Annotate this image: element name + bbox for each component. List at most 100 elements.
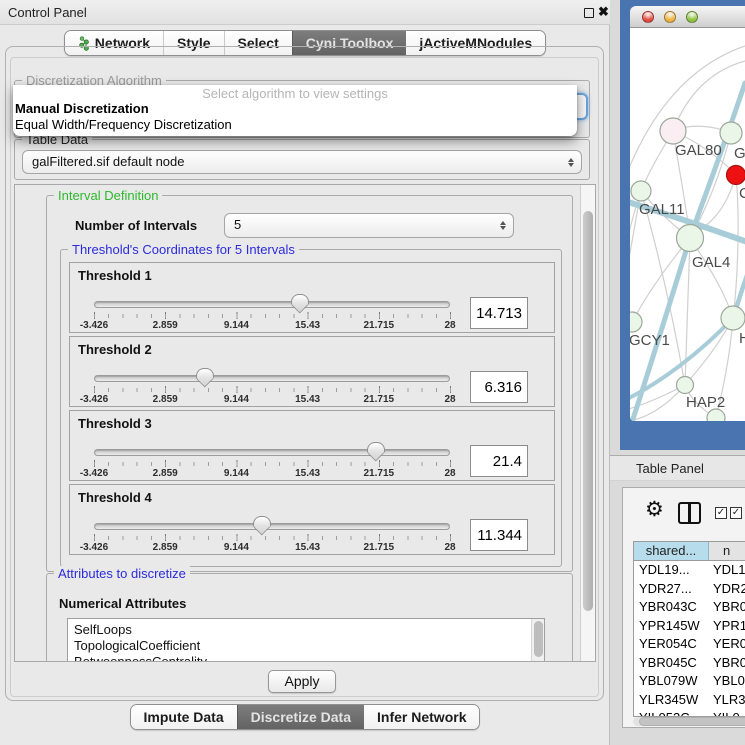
table-horizontal-scrollbar[interactable] xyxy=(633,717,745,726)
bottom-tab-bar: Impute Data Discretize Data Infer Networ… xyxy=(0,704,610,730)
menu-item-manual-discretization[interactable]: Manual Discretization xyxy=(13,101,577,117)
threshold-2-value-field[interactable] xyxy=(470,371,528,403)
settings-scrollbar-thumb[interactable] xyxy=(583,211,593,611)
attributes-panel: Attributes to discretize Numerical Attri… xyxy=(46,573,573,662)
bottom-tab-group: Impute Data Discretize Data Infer Networ… xyxy=(130,704,481,730)
control-panel-titlebar[interactable]: Control Panel ✖ xyxy=(0,0,610,25)
table-horizontal-scrollbar-thumb[interactable] xyxy=(639,717,745,726)
list-scrollbar-thumb[interactable] xyxy=(534,621,543,657)
column-layout-icon[interactable] xyxy=(678,502,701,524)
settings-scrollpane: Interval Definition Number of Intervals … xyxy=(14,184,596,662)
label-ga-cut: GA xyxy=(734,145,745,162)
column-header-name[interactable]: n xyxy=(709,542,745,560)
table-panel-header: Table Panel xyxy=(610,455,745,481)
numerical-attributes-list[interactable]: SelfLoops TopologicalCoefficient Between… xyxy=(67,618,545,662)
numerical-attributes-label: Numerical Attributes xyxy=(59,596,186,611)
float-window-icon[interactable] xyxy=(584,8,594,18)
slider-track[interactable] xyxy=(94,449,450,456)
threshold-3-box: Threshold 3 -3.426 2.859 9.144 15.43 21.… xyxy=(69,410,555,481)
interval-definition-legend: Interval Definition xyxy=(54,188,162,203)
table-data-combo[interactable]: galFiltered.sif default node xyxy=(22,150,582,174)
table-row[interactable]: YPR145WYPR1 xyxy=(634,617,745,636)
node-hap2[interactable] xyxy=(677,377,694,394)
slider-tick-labels: -3.426 2.859 9.144 15.43 21.715 28 xyxy=(94,468,450,480)
list-item[interactable]: BetweennessCentrality xyxy=(68,654,544,662)
node-gal4[interactable] xyxy=(677,225,704,252)
settings-scrollbar[interactable] xyxy=(580,185,595,661)
threshold-1-slider[interactable]: -3.426 2.859 9.144 15.43 21.715 28 xyxy=(94,299,450,333)
slider-thumb[interactable] xyxy=(196,368,212,388)
slider-thumb[interactable] xyxy=(367,442,383,462)
threshold-4-slider[interactable]: -3.426 2.859 9.144 15.43 21.715 28 xyxy=(94,521,450,555)
threshold-2-slider[interactable]: -3.426 2.859 9.144 15.43 21.715 28 xyxy=(94,373,450,407)
threshold-3-slider[interactable]: -3.426 2.859 9.144 15.43 21.715 28 xyxy=(94,447,450,481)
gear-icon[interactable]: ⚙ xyxy=(645,498,664,522)
menu-item-equal-width-frequency[interactable]: Equal Width/Frequency Discretization xyxy=(13,117,577,133)
column-header-shared-name[interactable]: shared... xyxy=(634,542,709,560)
control-panel: Control Panel ✖ Network xyxy=(0,0,610,745)
slider-thumb[interactable] xyxy=(253,516,269,536)
slider-track[interactable] xyxy=(94,301,450,308)
label-hap2: HAP2 xyxy=(686,394,725,411)
number-of-intervals-combo[interactable]: 5 xyxy=(224,213,514,238)
threshold-3-label: Threshold 3 xyxy=(78,416,152,431)
table-row[interactable]: YDR27...YDR2 xyxy=(634,580,745,599)
slider-minor-ticks xyxy=(94,462,451,466)
node-red-selected[interactable] xyxy=(727,166,745,185)
interval-definition-panel: Interval Definition Number of Intervals … xyxy=(46,195,573,572)
zoom-traffic-light[interactable] xyxy=(686,11,698,23)
label-gal4: GAL4 xyxy=(692,254,730,271)
threshold-1-box: Threshold 1 -3.426 2.859 9.144 15.43 21.… xyxy=(69,262,555,333)
threshold-4-value-field[interactable] xyxy=(470,519,528,551)
slider-minor-ticks xyxy=(94,388,451,392)
network-view-window[interactable]: GAL80 GA C GAL11 GAL4 GCY1 H HAP2 xyxy=(620,0,745,450)
list-scrollbar[interactable] xyxy=(531,619,544,662)
list-item[interactable]: SelfLoops xyxy=(68,619,544,638)
close-traffic-light[interactable] xyxy=(642,11,654,23)
node-h-cut[interactable] xyxy=(721,306,745,330)
slider-track[interactable] xyxy=(94,523,450,530)
table-row[interactable]: YIL052CYIL0 xyxy=(634,709,745,717)
node-ga-cut[interactable] xyxy=(720,122,742,144)
slider-tick-labels: -3.426 2.859 9.144 15.43 21.715 28 xyxy=(94,542,450,554)
checkbox-icon[interactable]: ✓ xyxy=(715,507,727,519)
threshold-1-value-field[interactable] xyxy=(470,297,528,329)
label-c-cut: C xyxy=(739,185,745,202)
combo-arrows-icon xyxy=(500,214,506,237)
label-gal80: GAL80 xyxy=(675,142,722,159)
network-window-titlebar[interactable] xyxy=(630,6,745,28)
table-row[interactable]: YDL19...YDL1 xyxy=(634,561,745,580)
tab-infer-network[interactable]: Infer Network xyxy=(364,705,479,729)
table-row[interactable]: YER054CYER0 xyxy=(634,635,745,654)
attributes-legend: Attributes to discretize xyxy=(54,566,190,581)
tab-discretize-data[interactable]: Discretize Data xyxy=(237,705,364,729)
threshold-3-value-field[interactable] xyxy=(470,445,528,477)
network-graph: GAL80 GA C GAL11 GAL4 GCY1 H HAP2 xyxy=(630,28,745,421)
slider-track[interactable] xyxy=(94,375,450,382)
node-gal80[interactable] xyxy=(660,118,686,144)
network-canvas[interactable]: GAL80 GA C GAL11 GAL4 GCY1 H HAP2 xyxy=(630,28,745,421)
thresholds-legend: Threshold's Coordinates for 5 Intervals xyxy=(68,242,299,257)
slider-thumb[interactable] xyxy=(291,294,307,314)
tab-impute-data[interactable]: Impute Data xyxy=(131,705,237,729)
checkbox-icon[interactable]: ✓ xyxy=(730,507,742,519)
table-row[interactable]: YBL079WYBL0 xyxy=(634,672,745,691)
panel-title: Control Panel xyxy=(8,5,87,20)
slider-minor-ticks xyxy=(94,314,451,318)
table-row[interactable]: YLR345WYLR3 xyxy=(634,691,745,710)
minimize-traffic-light[interactable] xyxy=(664,11,676,23)
list-item[interactable]: TopologicalCoefficient xyxy=(68,638,544,654)
node-gcy1[interactable] xyxy=(630,312,642,332)
node-gal11[interactable] xyxy=(631,181,651,201)
screen: Control Panel ✖ Network xyxy=(0,0,745,745)
table-panel-title: Table Panel xyxy=(636,461,704,476)
label-h-cut: H xyxy=(739,330,745,347)
table-panel-card: ⚙ ✓ ✓ shared... n YDL19...YDL1 YDR27...Y… xyxy=(622,487,745,728)
table-row[interactable]: YBR043CYBR0 xyxy=(634,598,745,617)
threshold-4-box: Threshold 4 -3.426 2.859 9.144 15.43 21.… xyxy=(69,484,555,555)
slider-tick-labels: -3.426 2.859 9.144 15.43 21.715 28 xyxy=(94,320,450,332)
threshold-4-label: Threshold 4 xyxy=(78,490,152,505)
table-row[interactable]: YBR045CYBR0 xyxy=(634,654,745,673)
node-table[interactable]: shared... n YDL19...YDL1 YDR27...YDR2 YB… xyxy=(633,541,745,717)
apply-button[interactable]: Apply xyxy=(268,670,336,693)
